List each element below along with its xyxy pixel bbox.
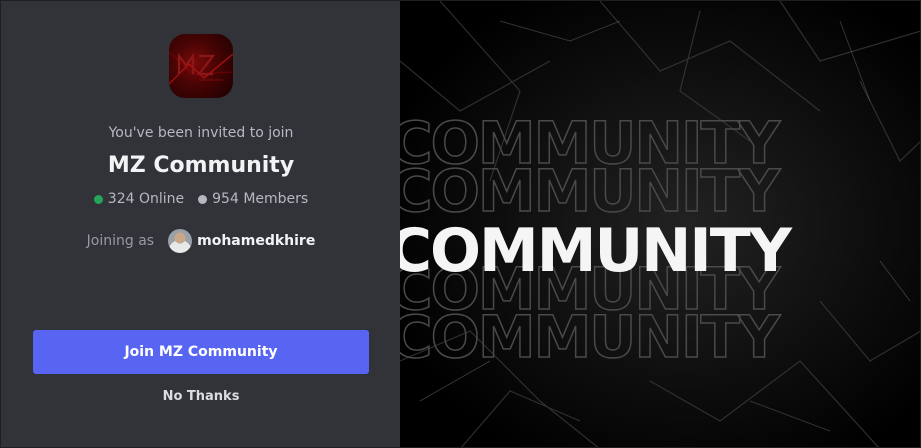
- no-thanks-button[interactable]: No Thanks: [1, 389, 401, 404]
- member-count: 954 Members: [212, 191, 309, 207]
- members-status-icon: [198, 194, 208, 204]
- server-icon: [169, 34, 233, 98]
- banner-outline-word-4: COMMUNITY: [400, 303, 781, 371]
- server-stats: 324 Online 954 Members: [1, 191, 401, 207]
- banner-art: COMMUNITY COMMUNITY COMMUNITY COMMUNITY …: [400, 1, 920, 447]
- online-count: 324 Online: [107, 191, 185, 207]
- user-avatar: [168, 229, 193, 253]
- online-status-icon: [93, 194, 103, 204]
- username: mohamedkhire: [197, 233, 316, 249]
- server-banner: COMMUNITY COMMUNITY COMMUNITY COMMUNITY …: [400, 1, 920, 447]
- mz-logo-icon: [169, 51, 233, 85]
- online-stat: 324 Online: [93, 191, 185, 207]
- members-stat: 954 Members: [198, 191, 308, 207]
- banner-outline-word-2: COMMUNITY: [400, 157, 781, 225]
- invite-modal: You've been invited to join MZ Community…: [0, 0, 921, 448]
- banner-main-word: COMMUNITY: [400, 216, 794, 286]
- join-server-button[interactable]: Join MZ Community: [33, 330, 369, 374]
- server-name: MZ Community: [107, 153, 295, 178]
- invite-panel: You've been invited to join MZ Community…: [1, 1, 401, 447]
- invite-intro-text: You've been invited to join: [108, 125, 294, 141]
- joining-as-row: Joining as mohamedkhire: [1, 229, 401, 253]
- joining-as-label: Joining as: [86, 233, 155, 249]
